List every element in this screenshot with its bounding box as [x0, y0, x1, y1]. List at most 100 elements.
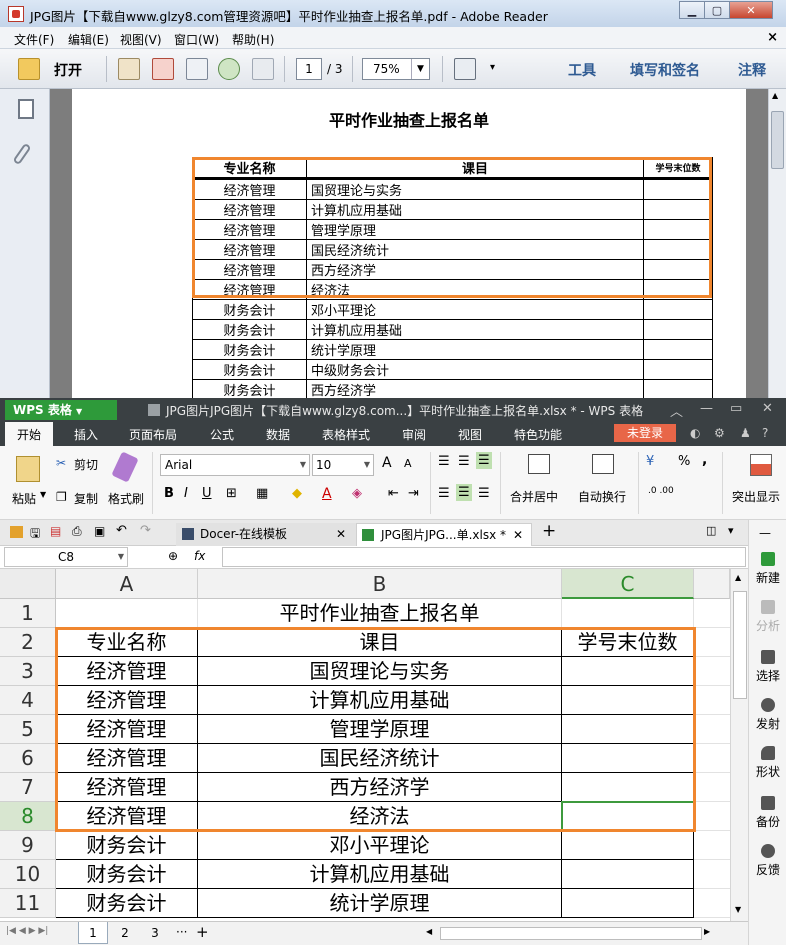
scroll-left-icon[interactable]: ◀ [426, 927, 432, 936]
upload-icon[interactable] [218, 58, 240, 80]
column-header-a[interactable]: A [56, 569, 198, 599]
name-box[interactable]: C8 ▼ [4, 547, 128, 567]
highlight-button[interactable]: 突出显示 [732, 488, 780, 505]
format-painter-button[interactable]: 格式刷 [108, 490, 144, 507]
minimize-icon[interactable]: — [700, 401, 713, 416]
increase-decimal-icon[interactable]: .0 .00 [648, 486, 674, 496]
pages-icon[interactable] [18, 99, 34, 119]
reader-scrollbar[interactable]: ▲ [768, 89, 786, 398]
tab-formulas[interactable]: 公式 [210, 426, 234, 443]
more-sheets-icon[interactable]: ··· [176, 925, 187, 939]
indent-increase-icon[interactable]: ⇥ [408, 486, 419, 501]
table-cell[interactable] [562, 831, 694, 860]
row-header[interactable]: 8 [0, 802, 56, 831]
add-sheet-icon[interactable]: + [196, 923, 209, 941]
font-size-select[interactable]: 10 ▼ [312, 454, 374, 476]
table-cell[interactable] [562, 773, 694, 802]
clear-format-icon[interactable]: ◈ [352, 486, 362, 501]
table-cell[interactable] [562, 889, 694, 918]
pdf-tools-icon[interactable] [152, 58, 174, 80]
align-bottom-icon[interactable]: ☰ [476, 452, 492, 469]
row-header[interactable]: 6 [0, 744, 56, 773]
merge-cells-icon[interactable] [528, 454, 550, 474]
table-cell[interactable]: 经济管理 [56, 715, 198, 744]
table-cell[interactable]: 国民经济统计 [198, 744, 562, 773]
underline-icon[interactable]: U [202, 486, 212, 501]
table-cell[interactable]: 财务会计 [56, 860, 198, 889]
grid-scrollbar[interactable]: ▲ ▼ [730, 569, 748, 921]
tab-table-style[interactable]: 表格样式 [322, 426, 370, 443]
paste-icon[interactable] [16, 456, 40, 482]
side-backup[interactable]: 备份 [749, 796, 786, 830]
wps-app-menu[interactable]: WPS 表格 ▼ [5, 400, 117, 420]
page-number-input[interactable]: 1 [296, 58, 322, 80]
table-cell[interactable] [562, 715, 694, 744]
side-feedback[interactable]: 反馈 [749, 844, 786, 878]
toolbar-more-icon[interactable]: ▾ [490, 62, 495, 73]
fx-icon[interactable]: fx [194, 549, 205, 563]
edit-icon[interactable] [186, 58, 208, 80]
row-header[interactable]: 4 [0, 686, 56, 715]
chevron-down-icon[interactable]: ▼ [40, 490, 46, 499]
first-sheet-icon[interactable]: |◀ ◀ ▶ ▶| [6, 926, 48, 936]
save-icon[interactable]: 🖫 [30, 524, 40, 545]
percent-button[interactable]: % [678, 454, 690, 469]
cell-b1-title[interactable]: 平时作业抽查上报名单 [198, 599, 562, 628]
tab-docer[interactable]: Docer-在线模板 ✕ [176, 523, 356, 546]
formula-input[interactable] [222, 547, 746, 567]
table-cell[interactable]: 财务会计 [56, 889, 198, 918]
tab-page-layout[interactable]: 页面布局 [129, 426, 177, 443]
table-cell[interactable]: 经济管理 [56, 686, 198, 715]
row-header[interactable]: 1 [0, 599, 56, 628]
shrink-font-icon[interactable]: A [404, 457, 412, 470]
table-cell[interactable]: 计算机应用基础 [198, 686, 562, 715]
font-color-icon[interactable]: A [322, 486, 332, 502]
empty-column-d[interactable] [694, 599, 730, 919]
tools-pane-button[interactable]: 工具 [568, 60, 596, 80]
tab-special[interactable]: 特色功能 [514, 426, 562, 443]
paste-button[interactable]: 粘贴 [12, 490, 36, 507]
scroll-right-icon[interactable]: ▶ [704, 927, 710, 936]
row-header[interactable]: 5 [0, 715, 56, 744]
table-cell[interactable]: 经济法 [198, 802, 562, 831]
conditional-format-icon[interactable] [750, 454, 772, 476]
login-button[interactable]: 未登录 [614, 424, 676, 442]
folder-icon[interactable] [10, 526, 23, 538]
close-icon[interactable]: ✕ [336, 523, 346, 545]
table-cell[interactable] [562, 860, 694, 889]
side-analyze[interactable]: 分析 [749, 600, 786, 634]
print-icon[interactable]: ⎙ [72, 524, 82, 539]
align-left-icon[interactable]: ☰ [438, 486, 450, 501]
table-cell[interactable]: 经济管理 [56, 657, 198, 686]
open-button[interactable]: 打开 [54, 60, 82, 80]
row-header[interactable]: 7 [0, 773, 56, 802]
cell-b2[interactable]: 课目 [198, 628, 562, 657]
table-cell[interactable]: 邓小平理论 [198, 831, 562, 860]
column-header-c[interactable]: C [562, 569, 694, 599]
side-select[interactable]: 选择 [749, 650, 786, 684]
create-pdf-icon[interactable] [118, 58, 140, 80]
cell-c1[interactable] [562, 599, 694, 628]
folder-open-icon[interactable] [18, 58, 40, 80]
help-icon[interactable]: ? [762, 426, 768, 440]
table-cell[interactable]: 统计学原理 [198, 889, 562, 918]
attachment-icon[interactable] [12, 142, 32, 166]
redo-icon[interactable]: ↷ [140, 523, 151, 538]
table-cell[interactable] [562, 686, 694, 715]
fill-color-icon[interactable]: ◆ [292, 486, 302, 501]
align-right-icon[interactable]: ☰ [478, 486, 490, 501]
italic-icon[interactable]: I [184, 486, 188, 501]
row-header[interactable]: 11 [0, 889, 56, 918]
table-cell[interactable]: 西方经济学 [198, 773, 562, 802]
menu-window[interactable]: 窗口(W) [174, 31, 219, 48]
menu-view[interactable]: 视图(V) [120, 31, 162, 48]
cell-a2[interactable]: 专业名称 [56, 628, 198, 657]
cut-button[interactable]: 剪切 [74, 456, 98, 473]
table-cell[interactable] [562, 657, 694, 686]
document-view[interactable]: 平时作业抽查上报名单 专业名称 课目 学号末位数 经济管理 国贸理论与实务 经济管… [50, 89, 768, 398]
table-cell[interactable]: 经济管理 [56, 802, 198, 831]
side-new[interactable]: 新建 [749, 552, 786, 586]
currency-icon[interactable]: ¥ [646, 454, 654, 469]
grow-font-icon[interactable]: A [382, 455, 392, 471]
sheet-tab-2[interactable]: 2 [110, 922, 140, 944]
